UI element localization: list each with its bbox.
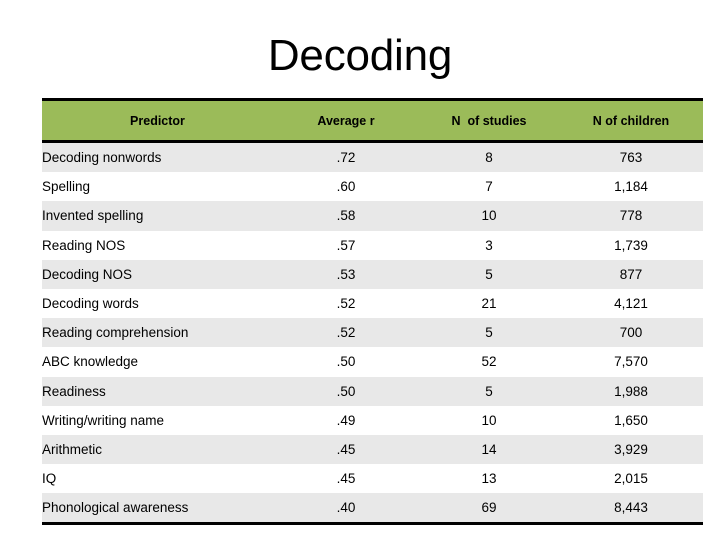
cell-n-children: 778 [619,208,643,224]
cell-predictor: Writing/writing name [42,412,165,428]
cell-average-r: .53 [336,266,356,282]
cell-n-children: 7,570 [614,354,648,370]
cell-n-studies: 10 [481,208,497,224]
table-row: Phonological awareness .40 69 8,443 [42,493,703,526]
column-header-n-children: N of children [559,98,703,143]
table-row: IQ .45 13 2,015 [42,464,703,494]
column-header-n-studies: N of studies [419,98,559,143]
cell-n-studies: 21 [481,296,497,312]
cell-predictor: Decoding NOS [42,266,133,282]
cell-n-studies: 3 [485,237,493,253]
cell-average-r: .49 [336,412,356,428]
cell-average-r: .60 [336,179,356,195]
cell-n-studies: 5 [485,325,493,341]
cell-average-r: .52 [336,296,356,312]
cell-predictor: ABC knowledge [42,354,139,370]
cell-average-r: .50 [336,354,356,370]
decoding-predictors-table: Predictor Average r N of studies N of ch… [42,98,703,526]
cell-n-children: 2,015 [614,471,648,487]
cell-n-studies: 52 [481,354,497,370]
cell-predictor: Decoding words [42,296,139,312]
cell-predictor: Reading comprehension [42,325,189,341]
table: Predictor Average r N of studies N of ch… [42,98,703,526]
cell-n-children: 1,739 [614,237,648,253]
cell-n-studies: 14 [481,441,497,457]
cell-average-r: .45 [336,471,356,487]
cell-n-studies: 13 [481,471,497,487]
cell-n-children: 700 [619,325,643,341]
table-body: Decoding nonwords .72 8 763 Spelling .60 7 1,18… [42,141,703,526]
table-row: Invented spelling .58 10 778 [42,201,703,231]
cell-average-r: .45 [336,441,356,457]
table-header-row: Predictor Average r N of studies N of ch… [42,98,703,143]
cell-predictor: Decoding nonwords [42,150,162,166]
cell-average-r: .58 [336,208,356,224]
cell-predictor: IQ [42,471,57,487]
cell-predictor: Reading NOS [42,237,126,253]
cell-average-r: .57 [336,237,356,253]
table-row: Readiness .50 5 1,988 [42,376,703,406]
table-header: Predictor Average r N of studies N of ch… [42,98,703,143]
cell-predictor: Arithmetic [42,441,103,457]
cell-n-studies: 5 [485,383,493,399]
table-row: Reading NOS .57 3 1,739 [42,230,703,260]
cell-n-children: 4,121 [614,296,648,312]
cell-average-r: .40 [273,493,419,526]
table-row: Reading comprehension .52 5 700 [42,318,703,348]
cell-average-r: .50 [336,383,356,399]
column-header-predictor: Predictor [42,98,273,143]
cell-n-children: 877 [619,266,643,282]
table-row: Arithmetic .45 14 3,929 [42,434,703,465]
table-row: Spelling .60 7 1,184 [42,172,703,202]
table-row: Decoding words .52 21 4,121 [42,288,703,319]
cell-n-studies: 8 [485,150,493,166]
cell-predictor: Invented spelling [42,208,144,224]
slide-canvas: Decoding Predictor Average r N of studie… [0,0,720,540]
cell-n-children: 1,184 [614,179,648,195]
table-row: Decoding NOS .53 5 877 [42,259,703,289]
column-header-average-r: Average r [273,98,419,143]
page-title: Decoding [267,31,453,80]
table-row: Writing/writing name .49 10 1,650 [42,405,703,435]
cell-n-children: 1,650 [614,412,648,428]
cell-predictor: Readiness [42,383,106,399]
cell-n-studies: 10 [481,412,497,428]
cell-n-children: 1,988 [614,383,648,399]
cell-n-children: 8,443 [559,493,703,526]
cell-n-studies: 5 [485,266,493,282]
cell-n-children: 763 [619,150,643,166]
cell-average-r: .52 [336,325,356,341]
table-row: Decoding nonwords .72 8 763 [42,141,703,173]
cell-predictor: Spelling [42,179,91,195]
cell-n-studies: 7 [485,179,493,195]
table-row: ABC knowledge .50 52 7,570 [42,347,703,377]
cell-average-r: .72 [336,150,356,166]
cell-predictor: Phonological awareness [42,493,273,526]
cell-n-children: 3,929 [614,441,648,457]
cell-n-studies: 69 [419,493,559,526]
